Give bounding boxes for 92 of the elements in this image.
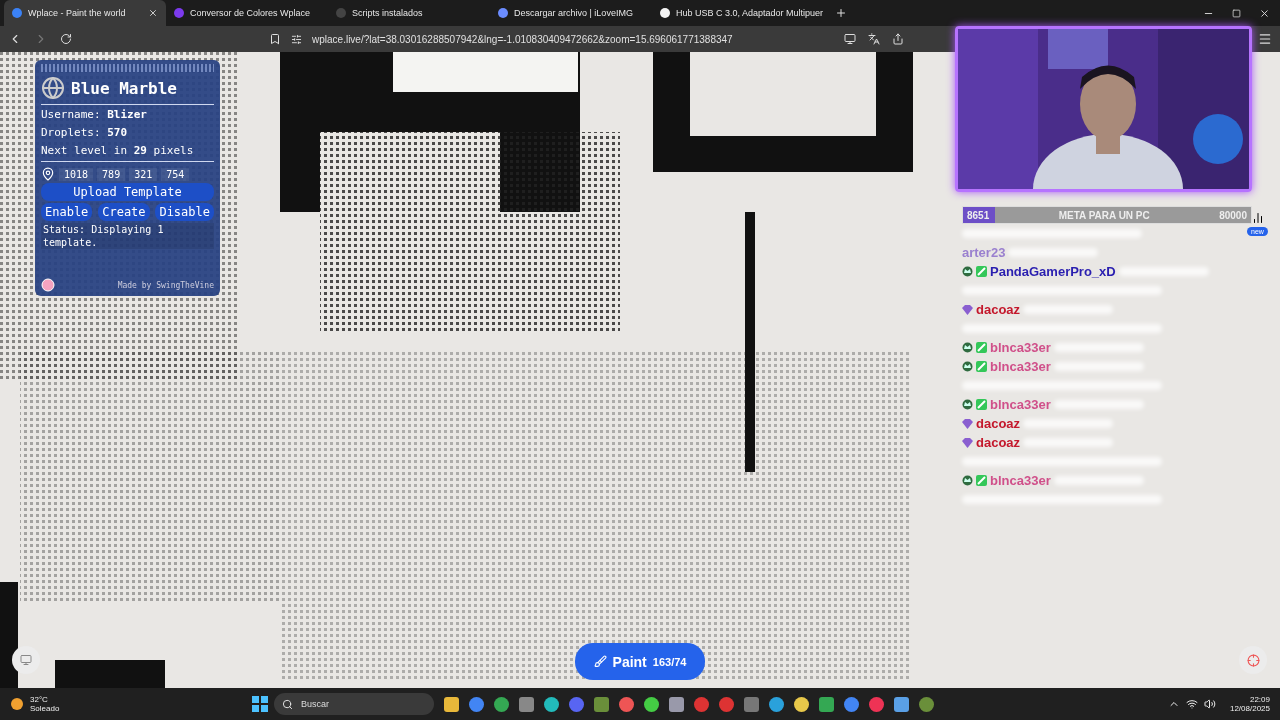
app-icon[interactable] xyxy=(769,696,784,712)
browser-tab[interactable]: Conversor de Colores Wplace xyxy=(166,0,328,26)
action-button[interactable]: Create xyxy=(98,203,150,221)
app-icon[interactable] xyxy=(594,696,609,712)
search-icon xyxy=(282,698,293,710)
chat-username: arter23 xyxy=(962,245,1006,260)
app-icon[interactable] xyxy=(819,696,834,712)
stat-text: Droplets: 570 xyxy=(41,125,129,141)
app-icon[interactable] xyxy=(669,696,684,712)
gem-icon xyxy=(962,437,973,448)
crown-icon xyxy=(962,475,973,486)
chat-username: dacoaz xyxy=(976,416,1021,431)
translate-icon[interactable] xyxy=(868,33,880,45)
upload-button[interactable]: Upload Template xyxy=(41,183,214,201)
bookmark-icon[interactable] xyxy=(269,33,281,45)
goal-current: 8651 xyxy=(966,209,991,221)
app-icon[interactable] xyxy=(519,696,534,712)
maximize-icon[interactable] xyxy=(1232,8,1241,18)
sword-icon xyxy=(976,361,987,372)
brush-icon xyxy=(593,655,607,668)
crown-icon xyxy=(962,266,973,277)
search-input[interactable]: Buscar xyxy=(299,698,403,710)
app-icon[interactable] xyxy=(469,696,484,712)
coordinate-field[interactable]: 754 xyxy=(161,167,190,181)
app-icon[interactable] xyxy=(844,696,859,712)
browser-tab[interactable]: Hub USB C 3.0, Adaptador Multipuer xyxy=(652,0,832,26)
gem-icon xyxy=(962,304,973,315)
browser-tab[interactable]: Wplace - Paint the world xyxy=(4,0,166,26)
chat-username: dacoaz xyxy=(976,435,1021,450)
chat-username: dacoaz xyxy=(976,302,1021,317)
sword-icon xyxy=(976,266,987,277)
new-tab-icon[interactable] xyxy=(835,7,848,19)
clock-time: 22:09 xyxy=(1249,695,1270,704)
crown-icon xyxy=(962,361,973,372)
app-icon[interactable] xyxy=(619,696,634,712)
crown-icon xyxy=(962,342,973,353)
app-icon[interactable] xyxy=(544,696,559,712)
sword-icon xyxy=(976,475,987,486)
coordinate-field[interactable]: 1018 xyxy=(59,167,94,181)
browser-tab[interactable]: Descargar archivo | iLoveIMG xyxy=(490,0,652,26)
credit-text: Made by SwingTheVine xyxy=(117,280,214,290)
coordinate-field[interactable]: 789 xyxy=(97,167,126,181)
chat-username: blnca33er xyxy=(990,397,1051,412)
chat-username: blnca33er xyxy=(990,359,1051,374)
app-icon[interactable] xyxy=(644,696,659,712)
app-icon[interactable] xyxy=(494,696,509,712)
stat-text: Next level in 29 pixels xyxy=(41,143,195,159)
crown-icon xyxy=(962,399,973,410)
cast-icon[interactable] xyxy=(844,33,856,45)
globe-icon xyxy=(41,76,65,100)
reload-icon[interactable] xyxy=(60,33,72,45)
close-icon[interactable] xyxy=(148,8,158,18)
app-icon[interactable] xyxy=(869,696,884,712)
chat-username: PandaGamerPro_xD xyxy=(990,264,1116,279)
chart-icon[interactable] xyxy=(1252,212,1264,224)
status-text: Status: Displaying 1 template. xyxy=(41,223,214,249)
share-icon[interactable] xyxy=(892,33,904,45)
sun-icon xyxy=(10,697,24,711)
site-settings-icon[interactable] xyxy=(291,33,302,45)
wifi-icon[interactable] xyxy=(1185,698,1198,710)
volume-icon[interactable] xyxy=(1203,698,1216,710)
goal-target: 80000 xyxy=(1218,209,1248,221)
close-icon[interactable] xyxy=(1259,7,1270,19)
stat-text: Username: Blizer xyxy=(41,107,148,123)
monitor-icon xyxy=(20,654,32,666)
pin-icon[interactable] xyxy=(41,167,55,181)
sword-icon xyxy=(976,399,987,410)
address-field[interactable]: wplace.live/?lat=38.03016288507942&lng=-1.010830409472662&zoom=15.696061771388347 xyxy=(312,33,733,45)
app-icon[interactable] xyxy=(444,696,459,712)
clock-date: 12/08/2025 xyxy=(1229,704,1270,713)
goal-title: META PARA UN PC xyxy=(1057,209,1151,221)
action-button[interactable]: Disable xyxy=(155,203,214,221)
crosshair-icon xyxy=(1246,653,1260,667)
gem-icon xyxy=(962,418,973,429)
logo-icon xyxy=(41,278,55,292)
app-icon[interactable] xyxy=(894,696,909,712)
app-icon[interactable] xyxy=(794,696,809,712)
start-icon[interactable] xyxy=(252,696,268,712)
coordinate-field[interactable]: 321 xyxy=(129,167,158,181)
menu-icon[interactable] xyxy=(1258,32,1272,46)
browser-tab[interactable]: Scripts instalados xyxy=(328,0,490,26)
sword-icon xyxy=(976,342,987,353)
weather-text: Soleado xyxy=(30,704,60,713)
temperature-text: 32°C xyxy=(30,695,49,704)
chat-username: blnca33er xyxy=(990,473,1051,488)
drag-handle[interactable] xyxy=(41,64,214,72)
chat-username: blnca33er xyxy=(990,340,1051,355)
panel-title: Blue Marble xyxy=(71,78,177,98)
action-button[interactable]: Enable xyxy=(41,203,93,221)
search-field[interactable]: Buscar xyxy=(274,693,434,715)
app-icon[interactable] xyxy=(919,696,934,712)
paint-button[interactable]: Paint 163/74 xyxy=(575,643,705,680)
